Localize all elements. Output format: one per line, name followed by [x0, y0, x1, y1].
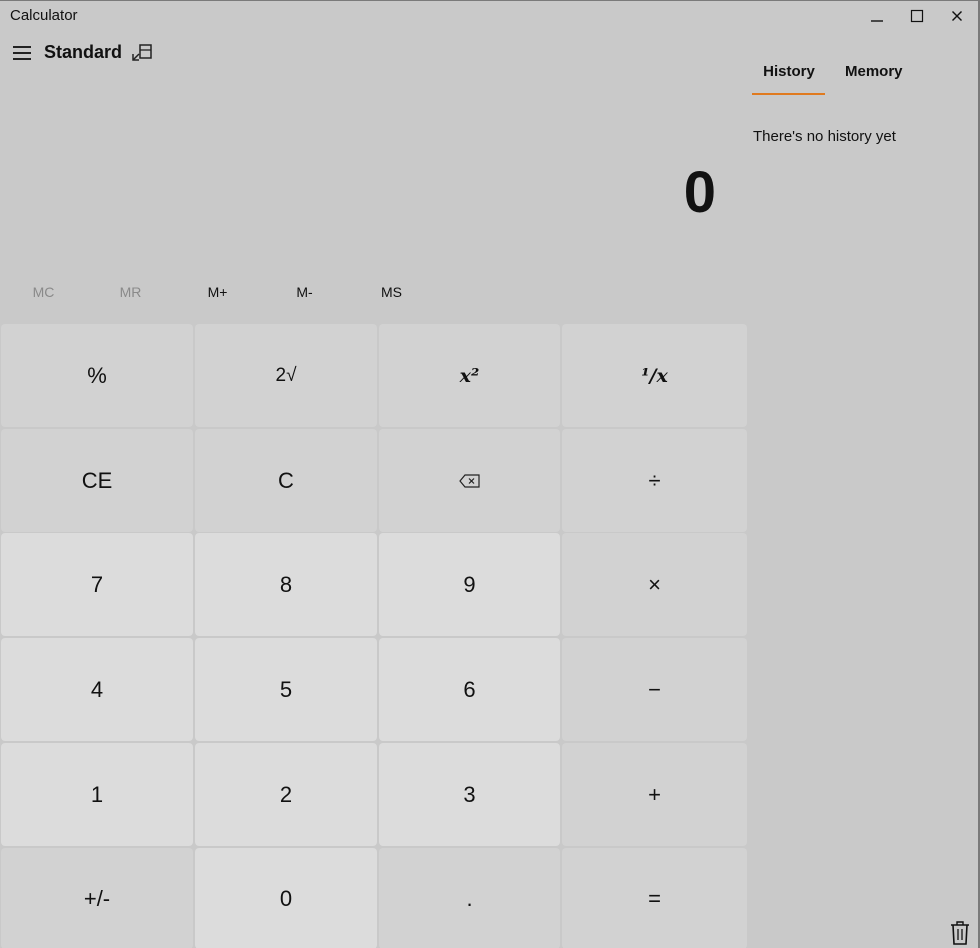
- add-button[interactable]: +: [562, 743, 747, 846]
- maximize-icon: [910, 9, 924, 23]
- digit-6-button[interactable]: 6: [379, 638, 560, 741]
- clear-button[interactable]: C: [195, 429, 377, 532]
- tab-history-label: History: [763, 63, 815, 80]
- digit-5-button[interactable]: 5: [195, 638, 377, 741]
- square-root-button[interactable]: 2√: [195, 324, 377, 427]
- digit-4-button[interactable]: 4: [1, 638, 193, 741]
- title-bar: Calculator: [0, 1, 978, 31]
- keep-on-top-icon: [132, 44, 152, 61]
- hamburger-line: [13, 58, 31, 60]
- memory-controls: MC MR M+ M- MS: [0, 273, 440, 311]
- memory-add-button[interactable]: M+: [174, 273, 261, 311]
- close-icon: [952, 11, 962, 21]
- percent-button[interactable]: %: [1, 324, 193, 427]
- backspace-button[interactable]: [379, 429, 560, 532]
- reciprocal-label: ¹/x: [641, 364, 668, 387]
- digit-8-button[interactable]: 8: [195, 533, 377, 636]
- memory-recall-button[interactable]: MR: [87, 273, 174, 311]
- reciprocal-button[interactable]: ¹/x: [562, 324, 747, 427]
- digit-3-button[interactable]: 3: [379, 743, 560, 846]
- square-button[interactable]: x²: [379, 324, 560, 427]
- minimize-icon: [871, 20, 883, 22]
- divide-button[interactable]: ÷: [562, 429, 747, 532]
- multiply-button[interactable]: ×: [562, 533, 747, 636]
- backspace-icon: [458, 473, 480, 488]
- digit-9-button[interactable]: 9: [379, 533, 560, 636]
- close-button[interactable]: [937, 1, 977, 31]
- mode-title: Standard: [44, 42, 123, 62]
- keypad: % 2√ x² ¹/x CE C ÷ 7 8 9 × 4 5 6 − 1 2 3…: [0, 324, 748, 948]
- square-label: x²: [459, 364, 480, 387]
- history-empty-message: There's no history yet: [753, 128, 896, 145]
- memory-clear-button[interactable]: MC: [0, 273, 87, 311]
- hamburger-line: [13, 52, 31, 54]
- negate-button[interactable]: +/-: [1, 848, 193, 948]
- hamburger-menu-icon: [13, 46, 31, 48]
- digit-0-button[interactable]: 0: [195, 848, 377, 948]
- digit-1-button[interactable]: 1: [1, 743, 193, 846]
- clear-history-button[interactable]: [948, 919, 972, 947]
- memory-store-button[interactable]: MS: [348, 273, 435, 311]
- tab-memory-label: Memory: [845, 63, 903, 80]
- tab-memory[interactable]: Memory: [845, 63, 903, 93]
- digit-7-button[interactable]: 7: [1, 533, 193, 636]
- trash-icon: [951, 921, 969, 945]
- memory-subtract-button[interactable]: M-: [261, 273, 348, 311]
- decimal-button[interactable]: .: [379, 848, 560, 948]
- keep-on-top-button[interactable]: [130, 42, 154, 64]
- navigation-menu-button[interactable]: [8, 39, 36, 67]
- active-tab-indicator: [752, 93, 825, 95]
- minimize-button[interactable]: [857, 1, 897, 31]
- equals-button[interactable]: =: [562, 848, 747, 948]
- maximize-button[interactable]: [897, 1, 937, 31]
- tab-history[interactable]: History: [752, 63, 826, 95]
- window-title: Calculator: [10, 7, 78, 24]
- digit-2-button[interactable]: 2: [195, 743, 377, 846]
- subtract-button[interactable]: −: [562, 638, 747, 741]
- result-display: 0: [683, 160, 716, 225]
- calculator-window: Calculator Standard 0 MC MR M+ M- MS % 2…: [0, 0, 980, 948]
- clear-entry-button[interactable]: CE: [1, 429, 193, 532]
